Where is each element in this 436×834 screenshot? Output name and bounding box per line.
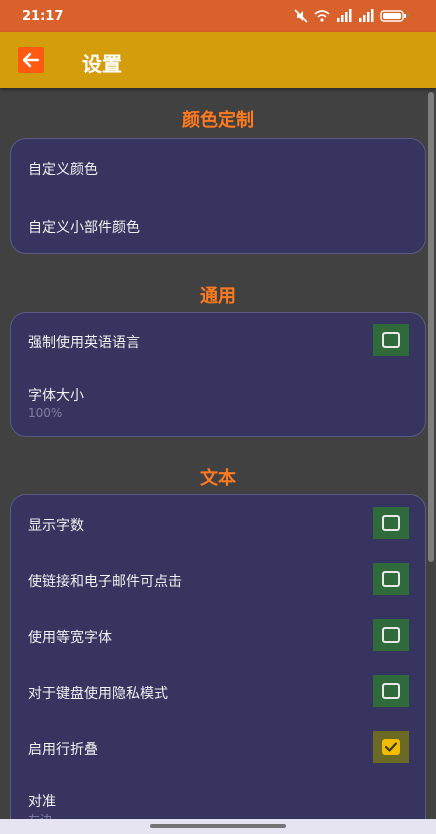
- setting-clickable-links[interactable]: 使链接和电子邮件可点击: [11, 551, 425, 607]
- setting-keyboard-privacy[interactable]: 对于键盘使用隐私模式: [11, 663, 425, 719]
- card-color-customization: 自定义颜色 自定义小部件颜色: [10, 138, 426, 254]
- checkbox-line-folding[interactable]: [373, 731, 409, 763]
- check-icon: [384, 742, 398, 752]
- settings-list[interactable]: 颜色定制 自定义颜色 自定义小部件颜色 通用 强制使用英语语言 字体大小 100…: [0, 88, 436, 819]
- app-bar: 设置: [0, 32, 436, 88]
- setting-label: 字体大小: [28, 388, 84, 404]
- setting-label: 自定义颜色: [28, 162, 98, 178]
- mute-icon: [294, 9, 308, 23]
- setting-label: 对准: [28, 794, 56, 810]
- setting-label: 启用行折叠: [28, 742, 98, 758]
- setting-show-word-count[interactable]: 显示字数: [11, 495, 425, 551]
- checkbox-keyboard-privacy[interactable]: [373, 675, 409, 707]
- checkbox-force-english[interactable]: [373, 324, 409, 356]
- setting-custom-colors[interactable]: 自定义颜色: [11, 139, 425, 197]
- setting-label: 显示字数: [28, 518, 84, 534]
- setting-monospace-font[interactable]: 使用等宽字体: [11, 607, 425, 663]
- signal-icon: [337, 9, 352, 22]
- checkbox-clickable-links[interactable]: [373, 563, 409, 595]
- checkbox-monospace-font[interactable]: [373, 619, 409, 651]
- setting-label: 强制使用英语语言: [28, 335, 140, 351]
- battery-icon: [380, 10, 409, 22]
- setting-alignment[interactable]: 对准 左边: [11, 775, 425, 819]
- setting-custom-widget-colors[interactable]: 自定义小部件颜色: [11, 197, 425, 255]
- setting-label: 对于键盘使用隐私模式: [28, 686, 168, 702]
- scrollbar[interactable]: [428, 92, 434, 562]
- section-title-color: 颜色定制: [182, 110, 254, 131]
- home-handle[interactable]: [150, 824, 286, 828]
- setting-value: 100%: [28, 406, 63, 420]
- page-title: 设置: [82, 52, 122, 76]
- card-general: 强制使用英语语言 字体大小 100%: [10, 312, 426, 437]
- back-button[interactable]: [18, 47, 44, 73]
- setting-font-size[interactable]: 字体大小 100%: [11, 371, 425, 437]
- signal-icon: [359, 9, 374, 22]
- section-title-general: 通用: [200, 286, 236, 307]
- setting-label: 使用等宽字体: [28, 630, 112, 646]
- setting-label: 使链接和电子邮件可点击: [28, 574, 182, 590]
- status-bar: 21:17: [0, 0, 436, 32]
- arrow-left-icon: [22, 52, 40, 68]
- status-icons: [294, 8, 410, 24]
- setting-label: 自定义小部件颜色: [28, 220, 140, 236]
- setting-line-folding[interactable]: 启用行折叠: [11, 719, 425, 775]
- section-title-text: 文本: [200, 468, 236, 489]
- navigation-bar: [0, 819, 436, 834]
- status-time: 21:17: [22, 9, 64, 24]
- setting-value: 左边: [28, 811, 52, 819]
- card-text: 显示字数 使链接和电子邮件可点击 使用等宽字体 对于键盘使用隐私模式 启用行折叠: [10, 494, 426, 819]
- wifi-icon: [314, 10, 330, 22]
- setting-force-english[interactable]: 强制使用英语语言: [11, 313, 425, 371]
- checkbox-show-word-count[interactable]: [373, 507, 409, 539]
